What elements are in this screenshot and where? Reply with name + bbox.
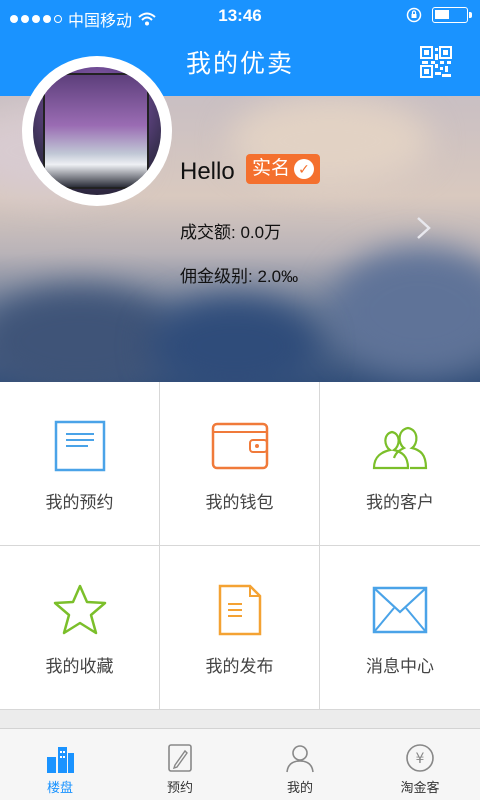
banner-blur-shape bbox=[150, 296, 320, 382]
rotation-lock-icon bbox=[406, 7, 422, 23]
menu-item-favorites[interactable]: 我的收藏 bbox=[0, 546, 159, 709]
menu-item-appointments[interactable]: 我的预约 bbox=[0, 382, 159, 545]
menu-item-label: 我的客户 bbox=[366, 493, 434, 512]
menu-item-messages[interactable]: 消息中心 bbox=[320, 546, 480, 709]
status-bar: 中国移动 13:46 bbox=[0, 0, 480, 34]
chevron-right-icon[interactable] bbox=[414, 216, 434, 240]
tab-mine[interactable]: 我的 bbox=[240, 729, 360, 800]
notebook-icon bbox=[54, 420, 105, 472]
commission-label: 佣金级别: bbox=[180, 267, 253, 286]
commission-value: 2.0‰ bbox=[257, 267, 299, 286]
tab-label: 预约 bbox=[166, 780, 193, 795]
greeting-text: Hello bbox=[180, 158, 235, 185]
menu-item-customers[interactable]: 我的客户 bbox=[320, 382, 480, 545]
avatar[interactable] bbox=[33, 67, 161, 195]
status-right bbox=[406, 7, 472, 23]
app-screen: 中国移动 13:46 我的优卖 Hello 实名 ✓ 成交额: 0.0万 佣金级… bbox=[0, 0, 480, 800]
pencil-note-icon bbox=[168, 744, 192, 772]
tab-buildings[interactable]: 楼盘 bbox=[0, 729, 120, 800]
menu-item-label: 我的发布 bbox=[205, 657, 274, 676]
tab-label: 淘金客 bbox=[400, 780, 440, 795]
verified-badge-label: 实名 bbox=[252, 158, 291, 179]
wallet-icon bbox=[211, 422, 268, 470]
star-icon bbox=[53, 584, 106, 635]
buildings-icon bbox=[47, 747, 74, 773]
tab-label: 楼盘 bbox=[46, 780, 73, 795]
svg-text:¥: ¥ bbox=[416, 751, 425, 767]
turnover-value: 0.0万 bbox=[240, 223, 282, 242]
customers-icon bbox=[372, 426, 428, 470]
turnover-row: 成交额: 0.0万 bbox=[180, 218, 281, 243]
tab-gold-digger[interactable]: ¥ 淘金客 bbox=[360, 729, 480, 800]
menu-item-wallet[interactable]: 我的钱包 bbox=[160, 382, 319, 545]
turnover-label: 成交额: bbox=[180, 223, 236, 242]
menu-grid: 我的预约 我的钱包 我的客户 我的收藏 我的发布 消息中心 bbox=[0, 382, 480, 710]
avatar-photo bbox=[43, 73, 149, 189]
tab-bar: 楼盘 预约 我的 ¥ 淘金客 bbox=[0, 728, 480, 800]
envelope-icon bbox=[372, 586, 428, 634]
banner-blur-shape bbox=[330, 246, 480, 376]
menu-item-publications[interactable]: 我的发布 bbox=[160, 546, 319, 709]
commission-row: 佣金级别: 2.0‰ bbox=[180, 262, 298, 287]
checkmark-icon: ✓ bbox=[294, 159, 315, 179]
qr-code-icon[interactable] bbox=[420, 46, 452, 78]
battery-icon bbox=[432, 7, 472, 23]
person-icon bbox=[286, 745, 314, 773]
document-icon bbox=[218, 584, 261, 636]
menu-item-label: 我的钱包 bbox=[205, 493, 274, 512]
menu-item-label: 我的预约 bbox=[45, 493, 114, 512]
tab-appointments[interactable]: 预约 bbox=[120, 729, 240, 800]
yen-coin-icon: ¥ bbox=[406, 744, 434, 772]
verified-badge: 实名 ✓ bbox=[246, 154, 321, 184]
tab-label: 我的 bbox=[286, 780, 313, 795]
menu-item-label: 我的收藏 bbox=[45, 657, 114, 676]
menu-item-label: 消息中心 bbox=[366, 657, 434, 676]
